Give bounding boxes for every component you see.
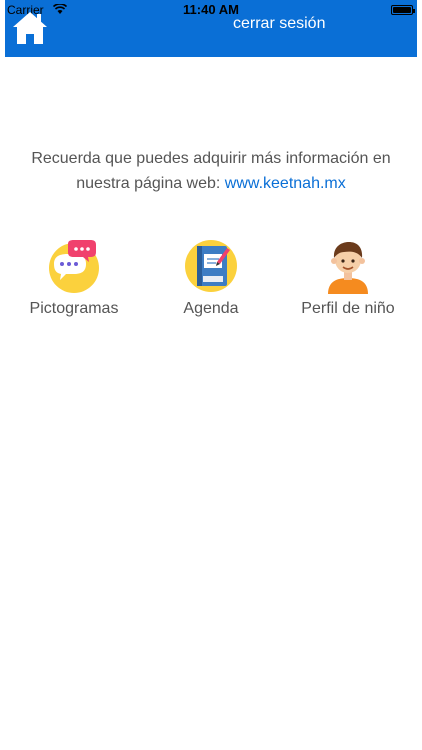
home-icon[interactable] (11, 10, 49, 46)
logout-button[interactable]: cerrar sesión (233, 13, 325, 35)
menu-item-perfil-de-nino[interactable]: Perfil de niño (283, 238, 413, 328)
clock: 11:40 AM (183, 2, 239, 17)
app-header: Carrier 11:40 AM cerrar sesión (5, 0, 417, 57)
status-bar: Carrier 11:40 AM (5, 0, 417, 18)
website-link[interactable]: www.keetnah.mx (225, 175, 346, 192)
menu-item-pictogramas[interactable]: Pictogramas (9, 238, 139, 328)
menu-label: Agenda (183, 300, 239, 317)
info-message: Recuerda que puedes adquirir más informa… (10, 146, 412, 196)
chat-bubbles-icon (49, 240, 99, 293)
menu-item-agenda[interactable]: Agenda (146, 238, 276, 328)
notebook-icon (185, 240, 237, 292)
battery-icon (391, 5, 415, 15)
menu-label: Perfil de niño (301, 300, 395, 317)
boy-avatar-icon (328, 242, 368, 294)
menu-label: Pictogramas (29, 300, 119, 317)
